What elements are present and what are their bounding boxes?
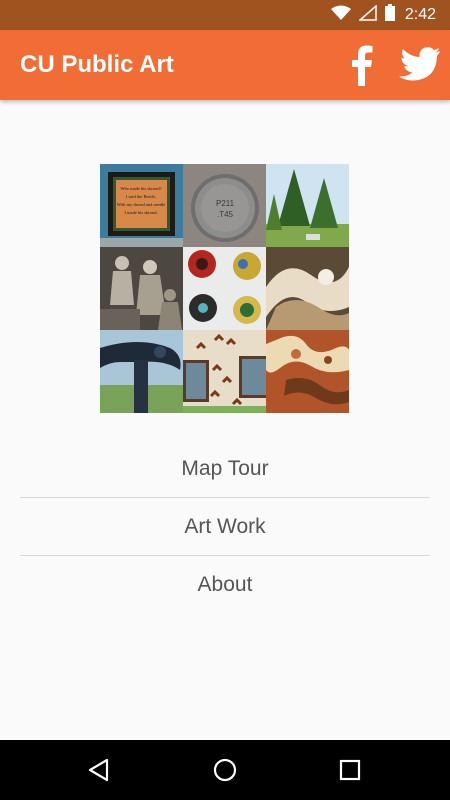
back-icon — [88, 758, 109, 782]
app-title: CU Public Art — [20, 51, 174, 78]
dark-sculpture-artwork — [100, 330, 183, 413]
navigation-bar — [0, 740, 450, 800]
battery-icon — [384, 4, 395, 26]
facebook-icon — [352, 45, 373, 86]
plaque-text: P211 — [216, 199, 235, 208]
main-menu: Map Tour Art Work About — [20, 440, 430, 613]
trees-artwork — [266, 164, 349, 247]
figures-sculpture-artwork — [100, 247, 183, 330]
recents-icon — [339, 759, 361, 781]
abstract-painting-artwork — [266, 247, 349, 330]
framed-poem-artwork: Who made his shroud? I said the Beetle, … — [100, 164, 183, 247]
home-icon — [213, 758, 237, 782]
plaque-text: .T45 — [217, 210, 234, 219]
artwork-collage: Who made his shroud? I said the Beetle, … — [100, 164, 349, 413]
ceramic-plates-artwork — [183, 247, 266, 330]
building-wall-artwork — [183, 330, 266, 413]
poem-line: With my thread and needle — [117, 202, 166, 207]
signal-icon — [357, 3, 377, 26]
metal-plaque-artwork: P211 .T45 — [183, 164, 266, 247]
app-bar: CU Public Art — [0, 30, 450, 100]
poem-line: I made his shroud. — [124, 210, 157, 215]
map-tour-button[interactable]: Map Tour — [20, 440, 430, 498]
status-time: 2:42 — [404, 6, 436, 23]
facebook-button[interactable] — [344, 42, 380, 88]
cutout-metal-artwork — [266, 330, 349, 413]
home-button[interactable] — [210, 755, 240, 785]
twitter-icon — [399, 47, 440, 81]
poem-line: Who made his shroud? — [120, 186, 161, 191]
about-button[interactable]: About — [20, 556, 430, 613]
back-button[interactable] — [84, 755, 114, 785]
twitter-button[interactable] — [398, 44, 442, 84]
status-bar: 2:42 — [0, 0, 450, 30]
recents-button[interactable] — [335, 755, 365, 785]
art-work-button[interactable]: Art Work — [20, 498, 430, 556]
wifi-icon — [330, 5, 351, 26]
